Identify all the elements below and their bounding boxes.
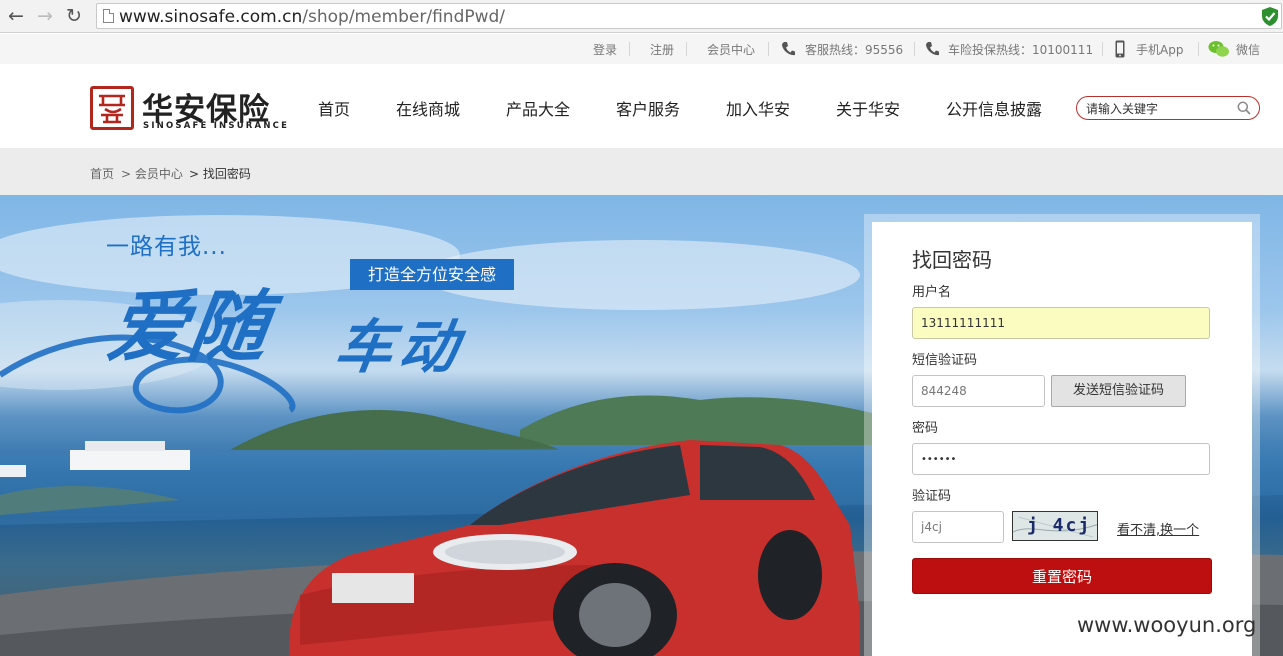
forward-arrow-icon[interactable]: → — [34, 5, 56, 27]
divider — [686, 42, 687, 56]
divider — [1198, 42, 1199, 56]
address-bar[interactable]: www.sinosafe.com.cn/shop/member/findPwd/ — [96, 3, 1282, 29]
breadcrumb-current: > 找回密码 — [189, 167, 251, 181]
send-sms-code-button[interactable]: 发送短信验证码 — [1051, 375, 1186, 407]
captcha-input[interactable] — [912, 511, 1004, 543]
nav-customer-service[interactable]: 客户服务 — [616, 96, 680, 120]
nav-products[interactable]: 产品大全 — [506, 96, 570, 120]
slogan-sub: 车动 — [330, 313, 469, 381]
nav-online-mall[interactable]: 在线商城 — [396, 96, 460, 120]
password-label: 密码 — [912, 421, 939, 436]
password-input[interactable] — [912, 443, 1210, 475]
sms-code-label: 短信验证码 — [912, 353, 978, 368]
security-shield-icon[interactable] — [1261, 6, 1279, 27]
reload-icon[interactable]: ↻ — [63, 5, 85, 27]
search-icon[interactable] — [1237, 101, 1251, 115]
url-host: www.sinosafe.com.cn — [119, 7, 303, 27]
reset-password-button[interactable]: 重置密码 — [912, 558, 1212, 594]
phone-icon — [926, 42, 939, 56]
wechat-link[interactable]: 微信 — [1236, 41, 1260, 58]
username-input[interactable] — [912, 307, 1210, 339]
site-header: 华安保险 SINOSAFE INSURANCE 首页 在线商城 产品大全 客户服… — [0, 64, 1283, 148]
divider — [914, 42, 915, 56]
service-hotline: 客服热线：95556 — [805, 43, 904, 57]
hero-banner: 一路有我... 爱随 车动 打造全方位安全感 找回密码 用户名 短信验证码 发送… — [0, 195, 1283, 656]
nav-join-us[interactable]: 加入华安 — [726, 96, 790, 120]
find-password-form: 找回密码 用户名 短信验证码 发送短信验证码 密码 验证码 j 4cj 看不清,… — [872, 222, 1252, 656]
logo-english-name: SINOSAFE INSURANCE — [143, 121, 290, 131]
wechat-icon — [1208, 41, 1229, 57]
address-text[interactable]: www.sinosafe.com.cn/shop/member/findPwd/ — [119, 7, 505, 27]
breadcrumb-member-center[interactable]: > 会员中心 — [121, 165, 183, 182]
slogan-small: 一路有我... — [106, 234, 227, 260]
nav-info-disclosure[interactable]: 公开信息披露 — [946, 96, 1042, 120]
captcha-text: j 4cj — [1027, 515, 1092, 536]
browser-toolbar: ← → ↻ www.sinosafe.com.cn/shop/member/fi… — [0, 0, 1283, 33]
divider — [768, 42, 769, 56]
captcha-label: 验证码 — [912, 489, 952, 504]
top-utility-bar: 登录 注册 会员中心 客服热线：95556 车险投保热线：10100111 手机… — [0, 34, 1283, 64]
nav-about-us[interactable]: 关于华安 — [836, 96, 900, 120]
refresh-captcha-link[interactable]: 看不清,换一个 — [1117, 519, 1199, 538]
login-link[interactable]: 登录 — [593, 41, 617, 58]
search-box — [1076, 96, 1260, 120]
member-center-link[interactable]: 会员中心 — [707, 41, 755, 58]
mobile-app-link[interactable]: 手机App — [1136, 41, 1183, 58]
auto-insurance-hotline: 车险投保热线：10100111 — [948, 43, 1094, 57]
username-label: 用户名 — [912, 285, 952, 300]
register-link[interactable]: 注册 — [650, 41, 674, 58]
divider — [629, 42, 630, 56]
logo-mark-icon — [99, 94, 125, 124]
mobile-icon — [1115, 40, 1125, 58]
breadcrumb: 首页 > 会员中心 > 找回密码 — [0, 148, 1283, 195]
sms-code-input[interactable] — [912, 375, 1045, 407]
logo-emblem[interactable] — [90, 86, 134, 130]
form-title: 找回密码 — [912, 248, 992, 272]
watermark: www.wooyun.org — [1077, 613, 1257, 637]
slogan-main: 爱随 — [102, 283, 276, 373]
url-path: /shop/member/findPwd/ — [302, 7, 506, 27]
breadcrumb-home[interactable]: 首页 — [90, 165, 114, 182]
captcha-image[interactable]: j 4cj — [1012, 511, 1098, 541]
back-arrow-icon[interactable]: ← — [5, 5, 27, 27]
phone-icon — [782, 42, 795, 56]
page-icon — [103, 9, 114, 23]
search-input[interactable] — [1086, 100, 1236, 117]
nav-home[interactable]: 首页 — [318, 96, 350, 120]
slogan-badge: 打造全方位安全感 — [350, 259, 514, 290]
divider — [1102, 42, 1103, 56]
